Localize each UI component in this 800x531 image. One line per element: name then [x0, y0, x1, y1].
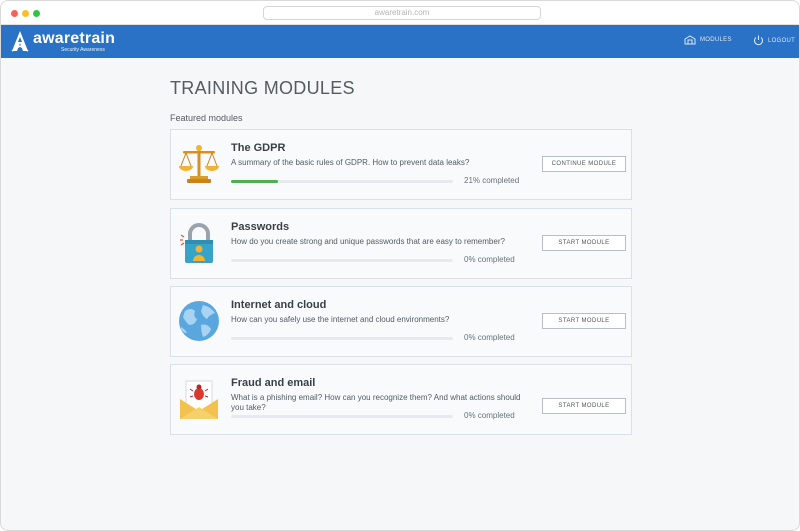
module-progress-bar — [231, 337, 453, 340]
browser-chrome: awaretrain.com — [1, 1, 799, 25]
logo-mark-icon — [11, 31, 29, 52]
module-description: What is a phishing email? How can you re… — [231, 393, 521, 412]
nav-logout-link[interactable]: LOGOUT — [753, 35, 795, 46]
top-navigation-bar: awaretrain Security Awareness MODULES LO… — [1, 25, 799, 58]
browser-window: awaretrain.com awaretrain Security Aware… — [0, 0, 800, 531]
module-card-internet-cloud: Internet and cloud How can you safely us… — [170, 286, 632, 357]
featured-modules-label: Featured modules — [170, 113, 243, 123]
main-content: TRAINING MODULES Featured modules The GD… — [170, 58, 632, 435]
module-title: Fraud and email — [231, 377, 316, 389]
minimize-window-button[interactable] — [22, 10, 29, 17]
module-description: How do you create strong and unique pass… — [231, 237, 505, 246]
phishing-email-icon — [180, 380, 218, 419]
nav-logout-label: LOGOUT — [768, 37, 796, 44]
globe-icon — [179, 301, 219, 341]
module-title: Passwords — [231, 221, 290, 233]
logo-wordmark: awaretrain — [33, 30, 116, 47]
module-description: How can you safely use the internet and … — [231, 315, 450, 324]
address-bar[interactable]: awaretrain.com — [263, 6, 541, 20]
page-title: TRAINING MODULES — [170, 78, 355, 98]
module-progress-bar — [231, 259, 453, 262]
start-module-button[interactable]: START MODULE — [542, 313, 626, 329]
module-progress-bar — [231, 415, 453, 418]
start-module-button[interactable]: START MODULE — [542, 398, 626, 414]
nav-modules-label: MODULES — [700, 37, 732, 43]
module-card-fraud-email: Fraud and email What is a phishing email… — [170, 364, 632, 435]
scales-icon — [179, 145, 219, 183]
modules-icon — [684, 35, 696, 45]
maximize-window-button[interactable] — [33, 10, 40, 17]
module-progress-text: 0% completed — [464, 255, 515, 264]
module-progress-fill — [231, 180, 278, 183]
nav-modules-link[interactable]: MODULES — [684, 35, 732, 45]
module-card-gdpr: The GDPR A summary of the basic rules of… — [170, 129, 632, 200]
module-title: Internet and cloud — [231, 299, 327, 311]
module-progress-bar — [231, 180, 453, 183]
close-window-button[interactable] — [11, 10, 18, 17]
padlock-icon — [180, 223, 213, 263]
continue-module-button[interactable]: CONTINUE MODULE — [542, 156, 626, 172]
start-module-button[interactable]: START MODULE — [542, 235, 626, 251]
awaretrain-logo[interactable]: awaretrain Security Awareness — [11, 30, 115, 53]
module-progress-text: 0% completed — [464, 411, 515, 420]
module-card-passwords: Passwords How do you create strong and u… — [170, 208, 632, 279]
module-progress-text: 21% completed — [464, 176, 520, 185]
module-progress-text: 0% completed — [464, 333, 515, 342]
power-icon — [753, 35, 764, 46]
logo-subtitle: Security Awareness — [61, 47, 105, 53]
module-title: The GDPR — [231, 142, 286, 154]
module-description: A summary of the basic rules of GDPR. Ho… — [231, 158, 470, 167]
